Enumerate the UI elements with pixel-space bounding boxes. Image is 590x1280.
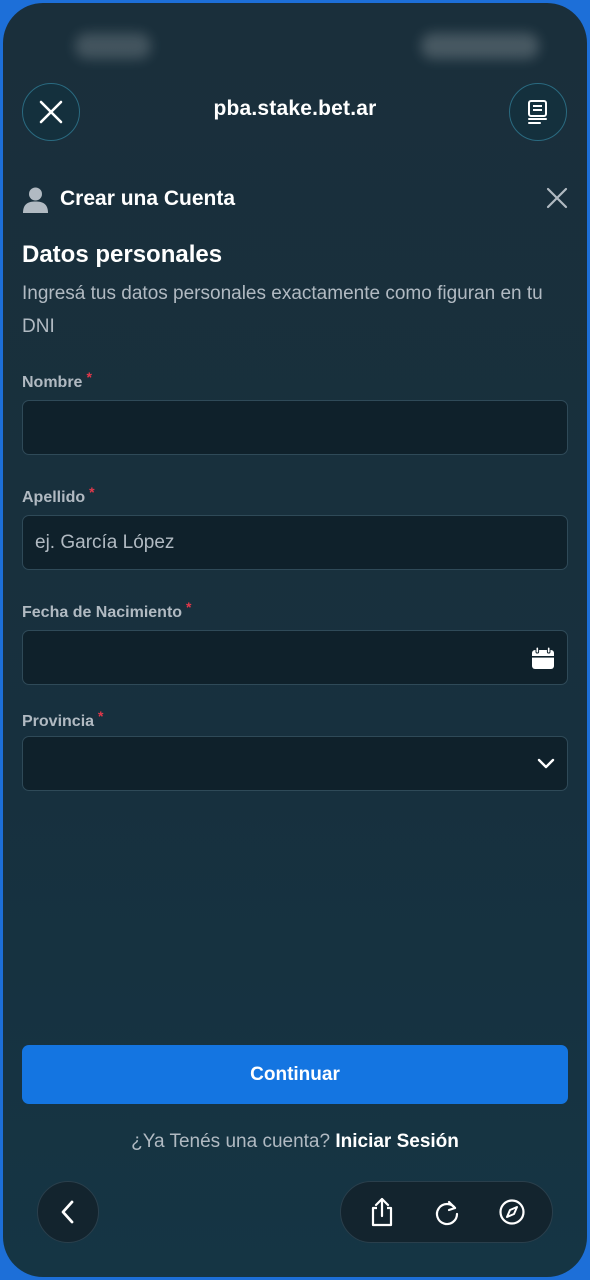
- provincia-dropdown-toggle[interactable]: [537, 758, 555, 770]
- calendar-button[interactable]: [531, 646, 555, 670]
- close-icon: [546, 187, 568, 209]
- fecha-nacimiento-label-text: Fecha de Nacimiento: [22, 604, 183, 621]
- section-title: Datos personales: [22, 241, 223, 268]
- provincia-select[interactable]: [22, 736, 568, 791]
- reader-mode-button[interactable]: [509, 83, 567, 141]
- share-button[interactable]: [360, 1190, 404, 1234]
- login-prompt: ¿Ya Tenés una cuenta? Iniciar Sesión: [3, 1131, 587, 1153]
- compass-button[interactable]: [490, 1190, 534, 1234]
- reload-button[interactable]: [425, 1190, 469, 1234]
- apellido-field[interactable]: [22, 515, 568, 570]
- required-marker: *: [86, 369, 92, 385]
- nombre-input[interactable]: [23, 401, 567, 454]
- section-subtitle: Ingresá tus datos personales exactamente…: [22, 283, 543, 337]
- status-time-blurred: [75, 33, 151, 59]
- phone-screen: pba.stake.bet.ar Crear una Cuenta Datos …: [3, 3, 587, 1277]
- modal-close-button[interactable]: [546, 187, 568, 209]
- required-marker: *: [98, 708, 104, 724]
- login-question: ¿Ya Tenés una cuenta?: [131, 1131, 331, 1152]
- browser-back-button[interactable]: [37, 1181, 99, 1243]
- continue-button[interactable]: Continuar: [22, 1045, 568, 1104]
- reader-mode-icon: [528, 100, 547, 124]
- share-icon: [371, 1197, 392, 1227]
- apellido-input[interactable]: [23, 516, 567, 569]
- nombre-field[interactable]: [22, 400, 568, 455]
- provincia-label-text: Provincia: [22, 713, 95, 730]
- login-link[interactable]: Iniciar Sesión: [335, 1131, 459, 1152]
- compass-icon: [498, 1199, 525, 1225]
- modal-header: Crear una Cuenta: [22, 179, 568, 219]
- fecha-nacimiento-input[interactable]: [23, 631, 567, 684]
- chevron-left-icon: [61, 1200, 74, 1224]
- apellido-label-text: Apellido: [22, 489, 86, 506]
- status-bar: [3, 3, 587, 83]
- provincia-label: Provincia *: [22, 708, 103, 731]
- browser-close-button[interactable]: [22, 83, 80, 141]
- apellido-label: Apellido *: [22, 484, 95, 507]
- browser-toolbar: [340, 1181, 553, 1243]
- user-icon: [23, 187, 48, 213]
- required-marker: *: [186, 599, 192, 615]
- fecha-nacimiento-field[interactable]: [22, 630, 568, 685]
- nombre-label: Nombre *: [22, 369, 92, 392]
- status-icons-blurred: [421, 33, 539, 59]
- fecha-nacimiento-label: Fecha de Nacimiento *: [22, 599, 192, 622]
- required-marker: *: [89, 484, 95, 500]
- close-icon: [39, 100, 63, 124]
- chevron-down-icon: [537, 758, 555, 768]
- modal-title: Crear una Cuenta: [60, 187, 236, 210]
- reload-icon: [435, 1200, 458, 1226]
- nombre-label-text: Nombre: [22, 374, 83, 391]
- calendar-icon: [532, 646, 554, 669]
- browser-url-title[interactable]: pba.stake.bet.ar: [103, 97, 487, 121]
